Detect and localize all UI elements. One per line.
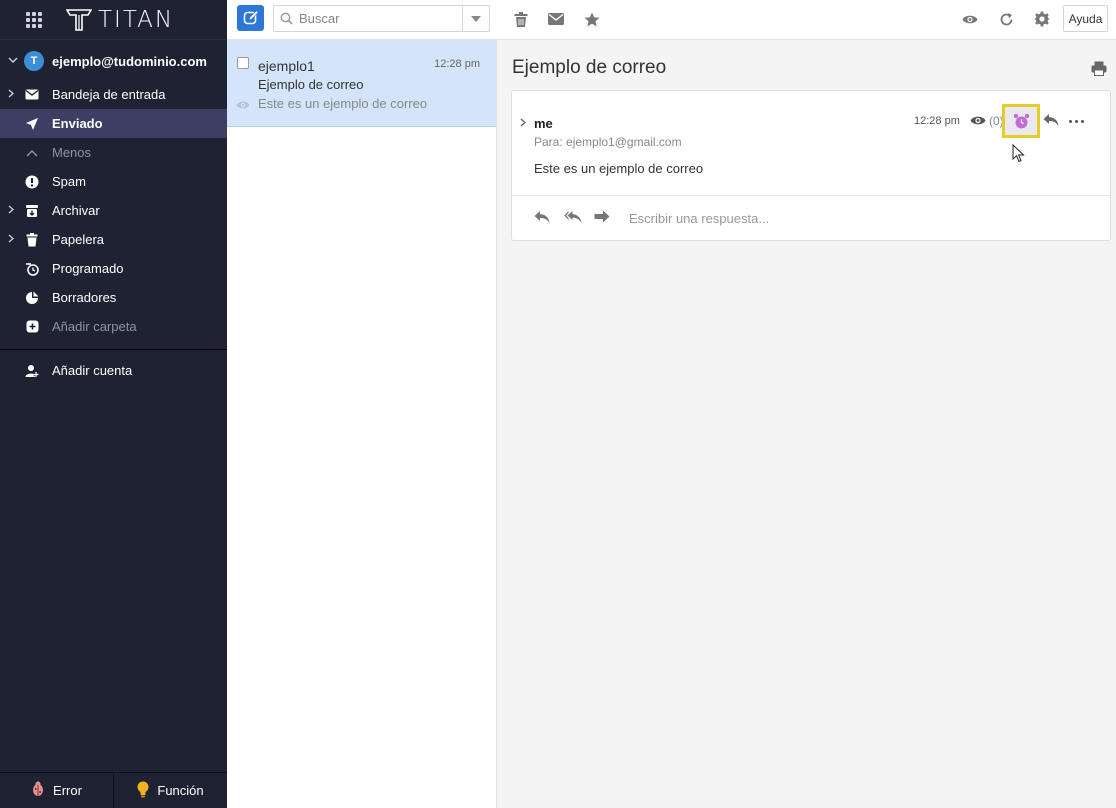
sidebar-item-less[interactable]: Menos [0, 138, 227, 167]
account-email: ejemplo@tudominio.com [52, 53, 207, 69]
avatar: T [24, 51, 44, 71]
caret-down-icon [471, 15, 481, 22]
chevron-right-icon[interactable] [8, 204, 20, 217]
message-header: me Para: ejemplo1@gmail.com Este es un e… [512, 91, 1110, 196]
sidebar-item-label: Enviado [52, 116, 103, 131]
reply-input[interactable]: Escribir una respuesta... [629, 211, 769, 226]
account-row[interactable]: T ejemplo@tudominio.com [0, 42, 227, 80]
sidebar-item-label: Borradores [52, 290, 117, 305]
sidebar-item-label: Añadir carpeta [52, 319, 137, 334]
reply-icon[interactable] [1043, 113, 1059, 130]
reading-pane: Ejemplo de correo me Para: ejemplo1@gmai… [497, 40, 1116, 808]
mouse-cursor-icon [1012, 143, 1025, 166]
sidebar-item-scheduled[interactable]: Programado [0, 254, 227, 283]
chevron-up-icon [24, 149, 40, 157]
refresh-icon[interactable] [997, 10, 1015, 28]
add-account-label: Añadir cuenta [52, 363, 133, 378]
sidebar-item-label: Menos [52, 145, 92, 160]
star-icon[interactable] [583, 10, 601, 28]
draft-icon [24, 291, 40, 305]
message-sender: ejemplo1 [258, 58, 315, 74]
sender-name: me [534, 116, 553, 131]
message-time: 12:28 pm [434, 58, 480, 70]
sidebar-item-inbox[interactable]: Bandeja de entrada [0, 80, 227, 109]
reply-icon[interactable] [534, 210, 550, 227]
quick-reply-bar: Escribir una respuesta... [512, 196, 1110, 240]
lightbulb-icon [137, 781, 149, 801]
search-options-dropdown[interactable] [462, 6, 489, 31]
eye-icon[interactable] [961, 10, 979, 28]
brand-bar: TITAN [0, 0, 227, 40]
sidebar: TITAN T ejemplo@tudominio.com Bandeja de… [0, 0, 227, 808]
exclamation-icon [24, 175, 40, 189]
reminder-button[interactable] [1002, 104, 1040, 138]
sidebar-item-add-folder[interactable]: Añadir carpeta [0, 312, 227, 341]
help-button[interactable]: Ayuda [1063, 5, 1108, 32]
chevron-right-icon[interactable] [8, 88, 20, 101]
page-title: Ejemplo de correo [512, 57, 667, 78]
eye-icon [236, 98, 250, 113]
titan-logo-mark-icon [66, 8, 92, 31]
sidebar-item-label: Archivar [52, 203, 100, 218]
compose-icon [243, 10, 259, 25]
sidebar-item-spam[interactable]: Spam [0, 167, 227, 196]
sidebar-item-label: Programado [52, 261, 124, 276]
add-account-button[interactable]: Añadir cuenta [0, 356, 227, 385]
top-toolbar: Ayuda [227, 0, 1116, 40]
chevron-right-icon[interactable] [8, 233, 20, 246]
message-card: me Para: ejemplo1@gmail.com Este es un e… [511, 90, 1111, 241]
feature-label: Función [157, 783, 204, 798]
sidebar-item-sent[interactable]: Enviado [0, 109, 227, 138]
trash-icon [24, 232, 40, 247]
compose-button[interactable] [237, 5, 264, 31]
more-options-icon[interactable] [1069, 120, 1084, 123]
print-icon[interactable] [1091, 61, 1107, 79]
sidebar-item-label: Papelera [52, 232, 105, 247]
bug-icon [31, 781, 45, 800]
search-input[interactable] [299, 11, 459, 26]
sidebar-item-label: Bandeja de entrada [52, 87, 166, 102]
eye-icon[interactable] [970, 115, 986, 126]
sidebar-item-drafts[interactable]: Borradores [0, 283, 227, 312]
sidebar-footer: Error Función [0, 772, 227, 808]
sidebar-item-archive[interactable]: Archivar [0, 196, 227, 225]
feature-request-button[interactable]: Función [113, 773, 227, 808]
sidebar-item-trash[interactable]: Papelera [0, 225, 227, 254]
chevron-right-icon[interactable] [520, 118, 527, 130]
envelope-icon [24, 89, 40, 100]
message-time: 12:28 pm [914, 115, 960, 127]
plus-circle-icon [24, 320, 40, 333]
report-error-button[interactable]: Error [0, 773, 113, 808]
clock-send-icon [24, 262, 40, 276]
error-label: Error [53, 783, 82, 798]
apps-grid-icon[interactable] [26, 11, 42, 28]
trash-icon[interactable] [512, 10, 530, 28]
chevron-down-icon[interactable] [6, 55, 20, 67]
sidebar-item-label: Spam [52, 174, 86, 189]
message-list: ejemplo1 12:28 pm Ejemplo de correo Este… [227, 40, 497, 808]
list-item[interactable]: ejemplo1 12:28 pm Ejemplo de correo Este… [227, 40, 496, 127]
gear-icon[interactable] [1033, 10, 1051, 28]
sidebar-divider [0, 349, 227, 350]
reply-all-icon[interactable] [564, 210, 582, 227]
add-user-icon [24, 364, 40, 378]
message-subject: Ejemplo de correo [258, 77, 364, 92]
message-checkbox[interactable] [237, 57, 249, 69]
mark-unread-envelope-icon[interactable] [547, 10, 565, 28]
search-icon [280, 12, 293, 25]
titan-logo: TITAN [66, 7, 174, 33]
forward-icon[interactable] [594, 210, 610, 226]
search-box[interactable] [273, 5, 490, 32]
message-body: Este es un ejemplo de correo [534, 161, 704, 176]
alarm-clock-icon [1013, 113, 1029, 128]
message-preview: Este es un ejemplo de correo [258, 96, 428, 111]
paper-plane-icon [24, 117, 40, 131]
archive-icon [24, 204, 40, 218]
brand-name: TITAN [98, 6, 175, 33]
recipient-line: Para: ejemplo1@gmail.com [534, 135, 682, 149]
